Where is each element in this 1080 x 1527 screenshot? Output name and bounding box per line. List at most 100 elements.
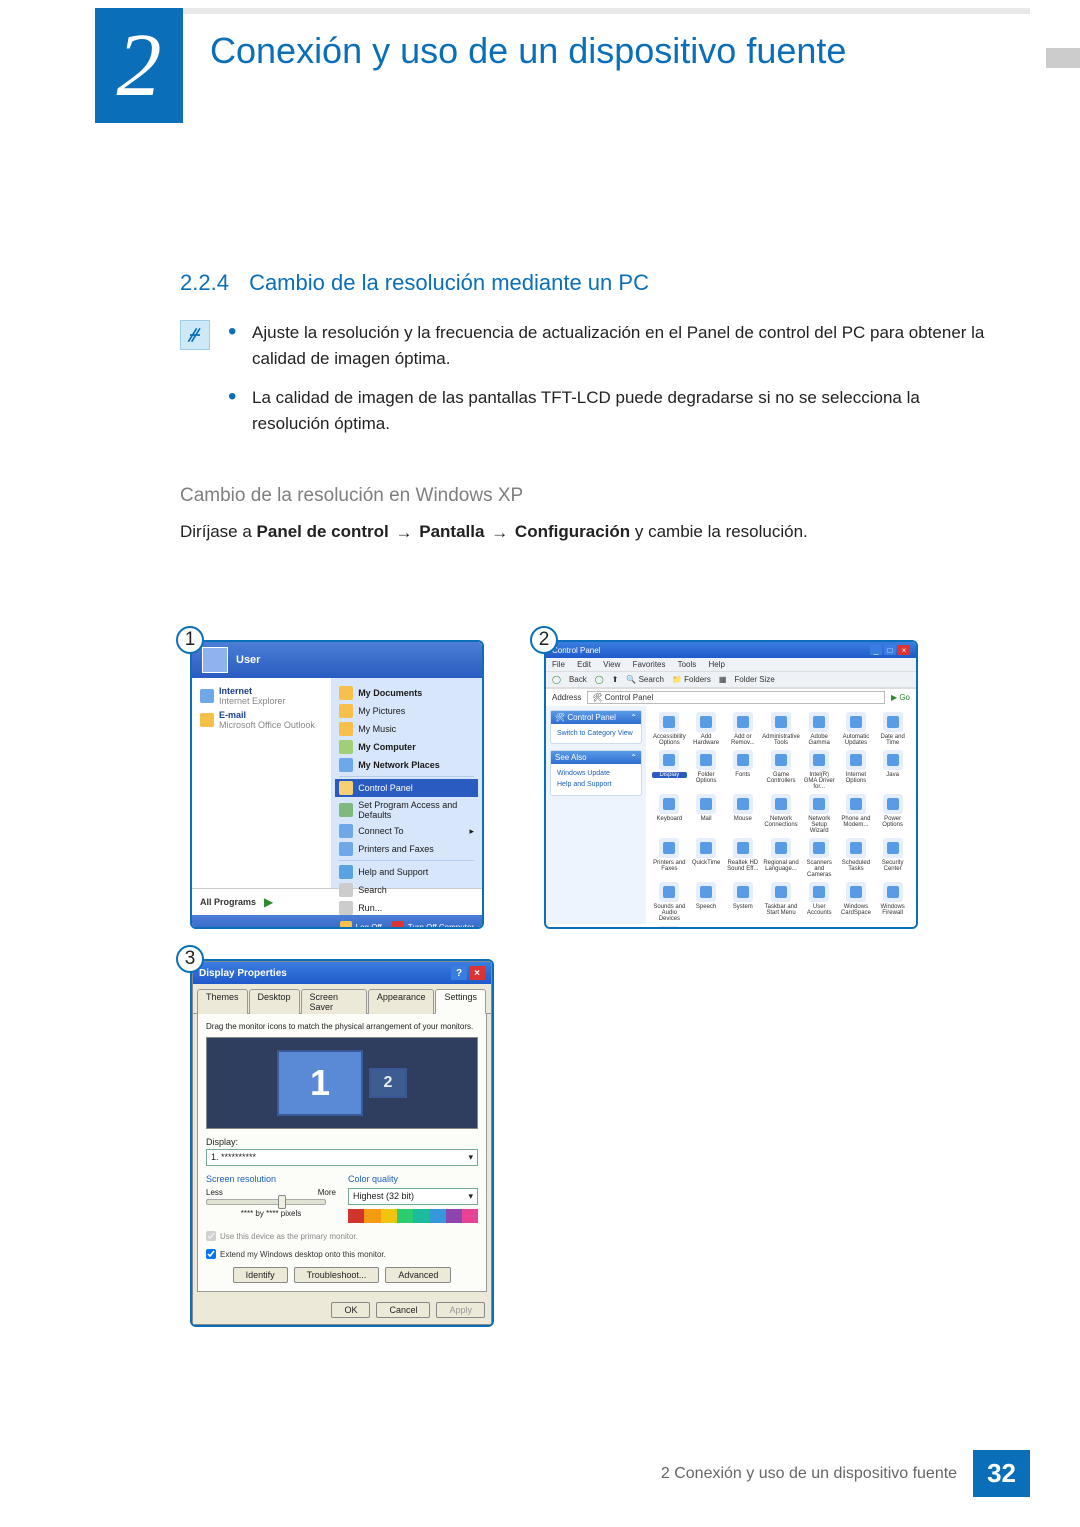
extend-desktop-checkbox[interactable]: Extend my Windows desktop onto this moni…: [206, 1249, 478, 1259]
search-button[interactable]: 🔍 Search: [626, 675, 664, 684]
tab-settings[interactable]: Settings: [435, 989, 486, 1014]
advanced-button[interactable]: Advanced: [385, 1267, 451, 1283]
cpanel-icon[interactable]: Scanners and Cameras: [802, 838, 837, 878]
folder-size-button[interactable]: Folder Size: [734, 675, 774, 684]
applet-icon: [809, 712, 829, 732]
cancel-button[interactable]: Cancel: [376, 1302, 430, 1318]
cpanel-icon[interactable]: Phone and Modem...: [839, 794, 874, 834]
folders-button[interactable]: 📁 Folders: [672, 675, 711, 684]
collapse-icon[interactable]: ⌃: [630, 713, 637, 722]
startmenu-item[interactable]: My Music: [339, 720, 474, 738]
startmenu-control-panel[interactable]: Control Panel: [335, 779, 478, 797]
startmenu-item[interactable]: My Computer: [339, 738, 474, 756]
cpanel-icon[interactable]: User Accounts: [802, 882, 837, 922]
address-field[interactable]: 🛠 Control Panel: [587, 691, 885, 704]
cpanel-icon[interactable]: System: [725, 882, 760, 922]
startmenu-item[interactable]: My Network Places: [339, 756, 474, 774]
cpanel-icon[interactable]: Wireless Network Set...: [652, 926, 687, 929]
cpanel-icon[interactable]: Sounds and Audio Devices: [652, 882, 687, 922]
cpanel-icon[interactable]: Network Setup Wizard: [802, 794, 837, 834]
startmenu-item[interactable]: My Documents: [339, 684, 474, 702]
cpanel-icon[interactable]: Power Options: [875, 794, 910, 834]
monitor-arrange-area[interactable]: 1 2: [206, 1037, 478, 1129]
side-link[interactable]: Windows Update: [557, 768, 635, 779]
menu-view[interactable]: View: [603, 660, 620, 669]
cpanel-icon[interactable]: Java: [875, 750, 910, 790]
tab-desktop[interactable]: Desktop: [249, 989, 300, 1014]
cpanel-icon[interactable]: Add or Remov...: [725, 712, 760, 746]
cpanel-icon[interactable]: Windows CardSpace: [839, 882, 874, 922]
startmenu-item[interactable]: Printers and Faxes: [339, 840, 474, 858]
close-button[interactable]: ×: [469, 966, 485, 980]
cpanel-icon[interactable]: Accessibility Options: [652, 712, 687, 746]
applet-icon: [771, 712, 791, 732]
menu-tools[interactable]: Tools: [678, 660, 697, 669]
ok-button[interactable]: OK: [331, 1302, 370, 1318]
startmenu-item[interactable]: My Pictures: [339, 702, 474, 720]
maximize-button[interactable]: □: [884, 645, 896, 655]
apply-button[interactable]: Apply: [436, 1302, 485, 1318]
startmenu-item[interactable]: Set Program Access and Defaults: [339, 798, 474, 822]
monitor-1-icon[interactable]: 1: [277, 1050, 363, 1116]
cpanel-icon[interactable]: Keyboard: [652, 794, 687, 834]
turnoff-button[interactable]: Turn Off Computer: [392, 921, 474, 929]
cpanel-icon[interactable]: Folder Options: [689, 750, 724, 790]
menu-favorites[interactable]: Favorites: [633, 660, 666, 669]
cpanel-icon[interactable]: Administrative Tools: [762, 712, 800, 746]
color-quality-select[interactable]: Highest (32 bit)▾: [348, 1188, 478, 1205]
startmenu-internet[interactable]: InternetInternet Explorer: [200, 684, 323, 708]
help-button[interactable]: ?: [451, 966, 467, 980]
cpanel-icon[interactable]: Scheduled Tasks: [839, 838, 874, 878]
tab-screensaver[interactable]: Screen Saver: [301, 989, 367, 1014]
slider-thumb[interactable]: [278, 1195, 286, 1209]
logoff-button[interactable]: Log Off: [340, 921, 382, 929]
cpanel-icon[interactable]: Security Center: [875, 838, 910, 878]
collapse-icon[interactable]: ⌃: [630, 753, 637, 762]
back-button[interactable]: ◯: [552, 675, 561, 684]
resolution-slider[interactable]: [206, 1199, 326, 1205]
cpanel-icon[interactable]: Speech: [689, 882, 724, 922]
network-icon: [339, 758, 353, 772]
display-select[interactable]: 1. **********▾: [206, 1149, 478, 1166]
cpanel-icon[interactable]: Windows Firewall: [875, 882, 910, 922]
cpanel-icon[interactable]: Internet Options: [839, 750, 874, 790]
cpanel-icon[interactable]: Automatic Updates: [839, 712, 874, 746]
go-button[interactable]: ▶ Go: [891, 693, 910, 702]
cpanel-icon[interactable]: Mouse: [725, 794, 760, 834]
close-button[interactable]: ×: [898, 645, 910, 655]
cpanel-icon[interactable]: Date and Time: [875, 712, 910, 746]
startmenu-item[interactable]: Search: [339, 881, 474, 899]
up-button[interactable]: ⬆: [612, 675, 619, 684]
menu-file[interactable]: File: [552, 660, 565, 669]
views-button[interactable]: ▦: [719, 675, 727, 684]
monitor-2-icon[interactable]: 2: [369, 1068, 407, 1098]
startmenu-item[interactable]: Help and Support: [339, 863, 474, 881]
cpanel-icon[interactable]: Adobe Gamma: [802, 712, 837, 746]
side-link[interactable]: Switch to Category View: [557, 730, 633, 737]
tab-themes[interactable]: Themes: [197, 989, 248, 1014]
troubleshoot-button[interactable]: Troubleshoot...: [294, 1267, 380, 1283]
cpanel-icon[interactable]: Taskbar and Start Menu: [762, 882, 800, 922]
cpanel-icon[interactable]: QuickTime: [689, 838, 724, 878]
side-link[interactable]: Help and Support: [557, 779, 635, 790]
menu-edit[interactable]: Edit: [577, 660, 591, 669]
cpanel-icon[interactable]: Intel(R) GMA Driver for...: [802, 750, 837, 790]
cpanel-icon[interactable]: Fonts: [725, 750, 760, 790]
identify-button[interactable]: Identify: [233, 1267, 288, 1283]
forward-button[interactable]: ◯: [595, 675, 604, 684]
cpanel-icon[interactable]: Printers and Faxes: [652, 838, 687, 878]
startmenu-item[interactable]: Connect To▸: [339, 822, 474, 840]
menu-help[interactable]: Help: [709, 660, 725, 669]
slider-more-label: More: [318, 1188, 336, 1197]
cpanel-icon[interactable]: Realtek HD Sound Eff...: [725, 838, 760, 878]
cpanel-icon[interactable]: Network Connections: [762, 794, 800, 834]
minimize-button[interactable]: _: [870, 645, 882, 655]
cpanel-icon[interactable]: Regional and Language...: [762, 838, 800, 878]
startmenu-item[interactable]: Run...: [339, 899, 474, 917]
cpanel-icon[interactable]: Game Controllers: [762, 750, 800, 790]
cpanel-icon[interactable]: Add Hardware: [689, 712, 724, 746]
cpanel-icon[interactable]: Mail: [689, 794, 724, 834]
tab-appearance[interactable]: Appearance: [368, 989, 435, 1014]
cpanel-icon[interactable]: Display: [652, 750, 687, 790]
startmenu-email[interactable]: E-mailMicrosoft Office Outlook: [200, 708, 323, 732]
